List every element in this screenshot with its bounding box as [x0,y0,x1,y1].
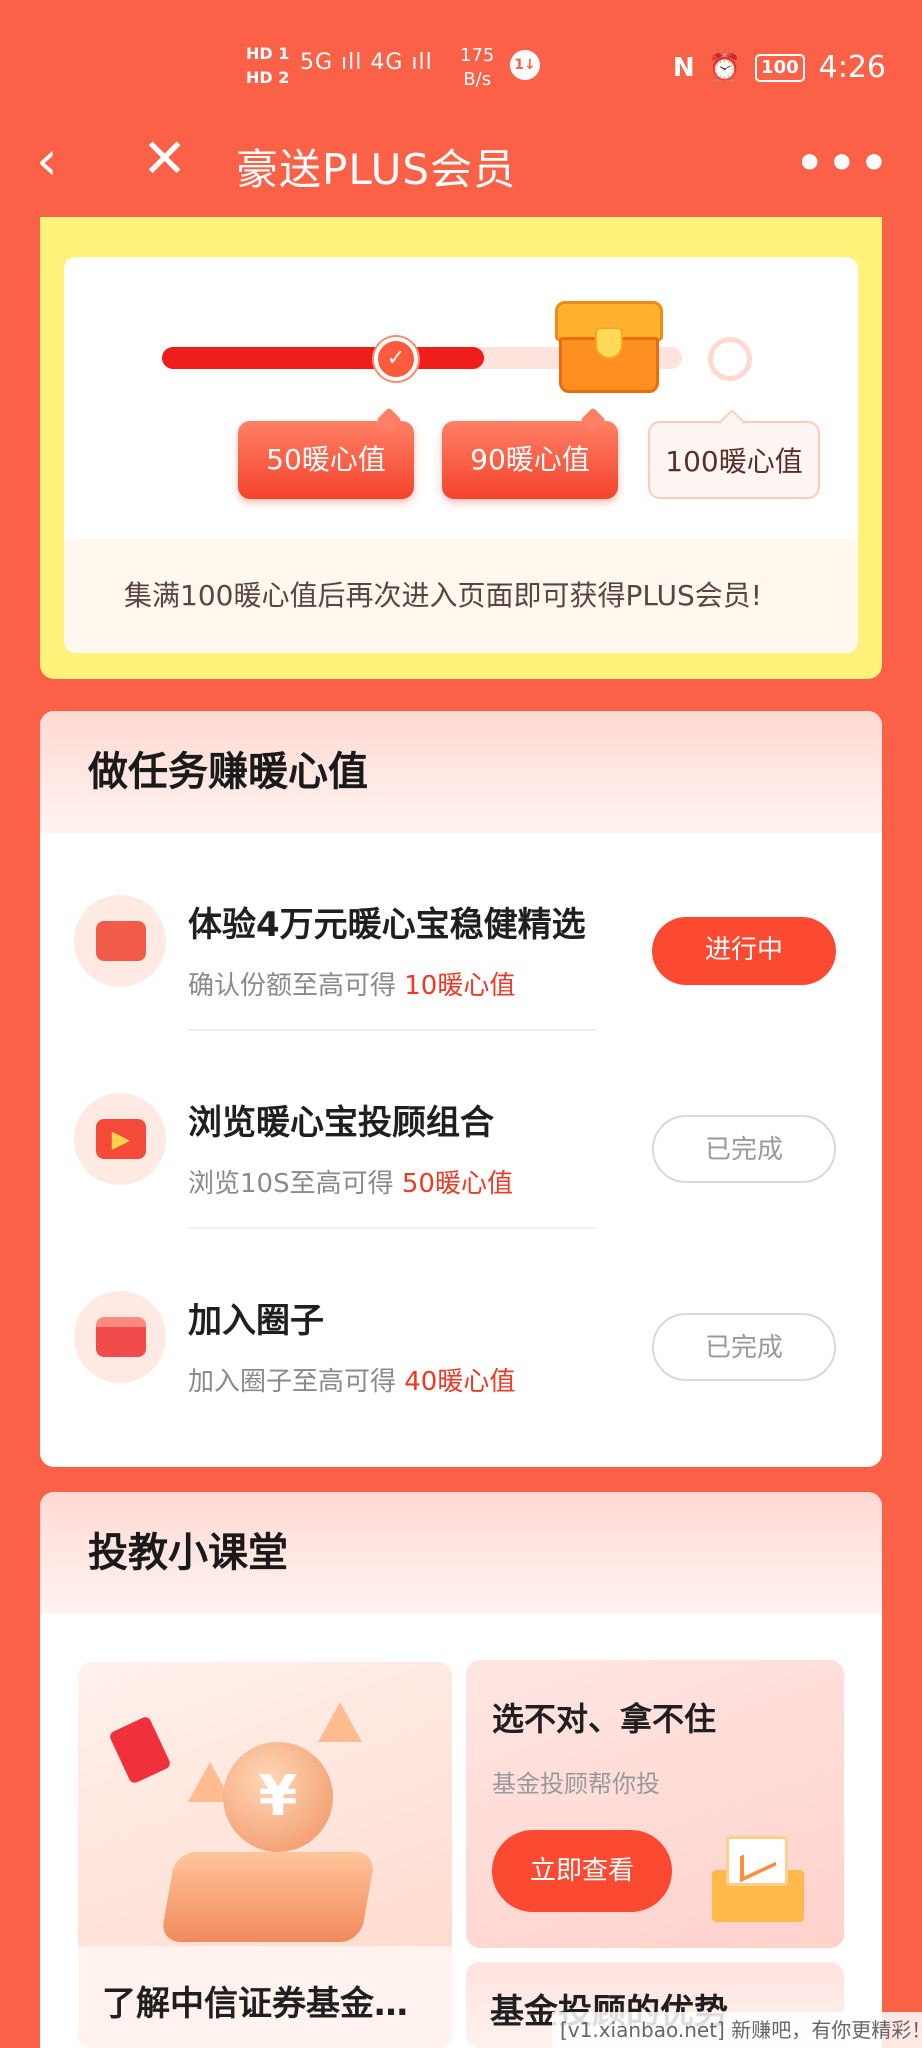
lesson-card-1-caption-box[interactable]: 了解中信证券基金… [78,1946,452,2048]
task-subtitle: 确认份额至高可得 10暖心值 [188,971,516,1001]
milestone-pill-50: 50暖心值 [238,421,414,499]
hd-indicator: HD 1 HD 2 [246,44,290,87]
task-subtitle: 加入圈子至高可得 40暖心值 [188,1367,516,1397]
progress-card: ✓ 50暖心值 90暖心值 100暖心值 集满100暖心值后再次进入页面即可获得… [64,257,858,653]
task-reward: 50暖心值 [401,1169,513,1199]
chart-box-icon [712,1836,804,1922]
treasure-chest-icon [549,301,669,397]
task-subtitle: 浏览10S至高可得 50暖心值 [188,1169,513,1199]
more-icon[interactable]: ••• [796,138,892,189]
milestone-pill-100: 100暖心值 [648,421,820,499]
lesson-card-1-caption: 了解中信证券基金… [102,1984,408,2024]
task-status-button[interactable]: 进行中 [652,917,836,985]
video-play-icon: ▶ [74,1093,166,1185]
lesson-card-heading: 投教小课堂 [40,1492,882,1614]
download-badge: 1↓ [510,50,540,80]
progress-fill [162,347,484,369]
coin-base [160,1852,376,1942]
close-icon[interactable]: ✕ [142,132,192,186]
lesson-card-2[interactable]: 选不对、拿不住 基金投顾帮你投 立即查看 [466,1660,844,1948]
status-bar: HD 1 HD 2 5G ıll 4G ıll 175 B/s 1↓ N ⏰ 1… [0,40,922,100]
task-reward: 40暖心值 [404,1367,516,1397]
milestone-node-empty [708,337,752,381]
lesson-card-2-title: 选不对、拿不住 [492,1700,717,1738]
progress-note: 集满100暖心值后再次进入页面即可获得PLUS会员! [64,539,858,653]
task-status-button[interactable]: 已完成 [652,1115,836,1183]
task-reward: 10暖心值 [404,971,516,1001]
task-title: 浏览暖心宝投顾组合 [188,1103,494,1143]
lesson-card-2-subtitle: 基金投顾帮你投 [492,1770,660,1798]
gift-box-icon [74,1291,166,1383]
task-status-button[interactable]: 已完成 [652,1313,836,1381]
task-title: 加入圈子 [188,1301,324,1341]
task-card-heading: 做任务赚暖心值 [40,711,882,833]
status-right: N ⏰ 100 4:26 [673,50,886,85]
alarm-icon: ⏰ [708,52,742,83]
red-envelope-icon [108,1715,172,1785]
battery-icon: 100 [755,53,805,82]
view-now-button[interactable]: 立即查看 [492,1830,672,1912]
signal-icon: 5G ıll 4G ıll [300,50,433,75]
task-item: 加入圈子 加入圈子至高可得 40暖心值 已完成 [40,1229,882,1427]
check-icon: ✓ [374,337,418,381]
network-speed: 175 B/s [460,45,495,90]
top-bar: HD 1 HD 2 5G ıll 4G ıll 175 B/s 1↓ N ⏰ 1… [0,0,922,217]
milestone-pill-90: 90暖心值 [442,421,618,499]
nav-bar: ‹ ✕ 豪送PLUS会员 ••• [0,118,922,208]
task-item: ▶ 浏览暖心宝投顾组合 浏览10S至高可得 50暖心值 已完成 [40,1031,882,1229]
task-item: 体验4万元暖心宝稳健精选 确认份额至高可得 10暖心值 进行中 [40,833,882,1031]
back-icon[interactable]: ‹ [36,134,76,188]
clock: 4:26 [818,50,886,85]
nfc-icon: N [672,52,695,83]
progress-section: ✓ 50暖心值 90暖心值 100暖心值 集满100暖心值后再次进入页面即可获得… [40,217,882,679]
task-card: 做任务赚暖心值 体验4万元暖心宝稳健精选 确认份额至高可得 10暖心值 进行中 … [40,711,882,1467]
arrow-up-icon [318,1702,362,1742]
wallet-icon [74,895,166,987]
yuan-coin-icon: ¥ [223,1742,333,1852]
task-title: 体验4万元暖心宝稳健精选 [188,905,586,945]
page-title: 豪送PLUS会员 [236,145,517,194]
watermark: [v1.xianbao.net] 新赚吧，有你更精彩！ [552,2012,922,2048]
